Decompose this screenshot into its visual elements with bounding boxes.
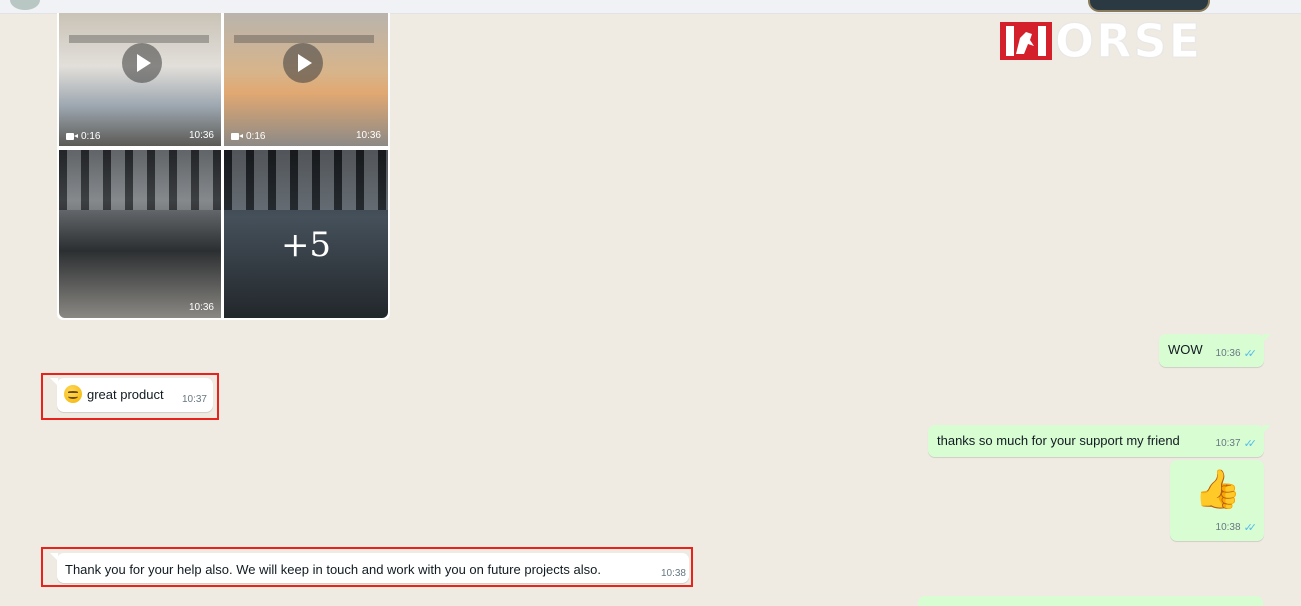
- logo-text: ORSE: [1054, 14, 1203, 68]
- media-time: 10:36: [188, 302, 214, 313]
- message-time: 10:37: [181, 394, 207, 405]
- message-meta: 10:38 ✓✓: [1215, 519, 1258, 536]
- smiling-face-icon: [64, 385, 82, 403]
- video-thumbnail[interactable]: 0:16 10:36: [59, 13, 221, 146]
- media-album[interactable]: 0:16 10:36 0:16 10:36 10:36 +5: [57, 13, 390, 320]
- read-ticks-icon: ✓✓: [1243, 347, 1258, 360]
- video-duration: 0:16: [66, 131, 100, 142]
- video-camera-icon: [66, 132, 78, 141]
- watermark-logo: ORSE: [1000, 14, 1203, 68]
- read-ticks-icon: ✓✓: [1243, 521, 1258, 534]
- video-thumbnail[interactable]: 0:16 10:36: [224, 13, 388, 146]
- bubble-tail: [1263, 334, 1271, 342]
- message-body: great product: [64, 385, 164, 403]
- header-overlay-widget: [1088, 0, 1210, 12]
- video-duration: 0:16: [231, 131, 265, 142]
- message-text: thanks so much for your support my frien…: [937, 433, 1180, 448]
- thumbs-up-emoji: 👍: [1194, 467, 1242, 511]
- message-outgoing[interactable]: 👍 10:38 ✓✓: [1170, 460, 1264, 541]
- message-meta: 10:36 ✓✓: [1215, 345, 1258, 362]
- more-media-thumbnail[interactable]: +5: [224, 150, 388, 318]
- message-outgoing[interactable]: WOW 10:36 ✓✓: [1159, 334, 1271, 367]
- read-ticks-icon: ✓✓: [1243, 437, 1258, 450]
- bubble-tail: [1263, 425, 1271, 433]
- message-outgoing-partial[interactable]: [918, 596, 1263, 606]
- message-incoming[interactable]: Thank you for your help also. We will ke…: [50, 553, 689, 583]
- media-time: 10:36: [188, 130, 214, 141]
- chat-header: [0, 0, 1301, 14]
- message-time: 10:38: [1215, 522, 1241, 533]
- bubble-tail: [50, 553, 58, 561]
- more-media-count: +5: [280, 225, 332, 265]
- message-outgoing[interactable]: thanks so much for your support my frien…: [928, 425, 1271, 457]
- message-time: 10:36: [1215, 348, 1241, 359]
- message-time: 10:38: [660, 568, 686, 579]
- message-text: Thank you for your help also. We will ke…: [65, 562, 601, 577]
- image-thumbnail[interactable]: 10:36: [59, 150, 221, 318]
- message-time: 10:37: [1215, 438, 1241, 449]
- media-time: 10:36: [355, 130, 381, 141]
- bubble-tail: [50, 378, 58, 386]
- play-icon[interactable]: [283, 43, 323, 83]
- horse-logo-icon: [1000, 22, 1052, 60]
- message-incoming[interactable]: great product 10:37: [50, 378, 213, 412]
- message-meta: 10:37 ✓✓: [1215, 435, 1258, 452]
- contact-avatar[interactable]: [10, 0, 40, 10]
- message-text: great product: [87, 386, 164, 402]
- video-camera-icon: [231, 132, 243, 141]
- play-icon[interactable]: [122, 43, 162, 83]
- message-text: WOW: [1168, 342, 1203, 357]
